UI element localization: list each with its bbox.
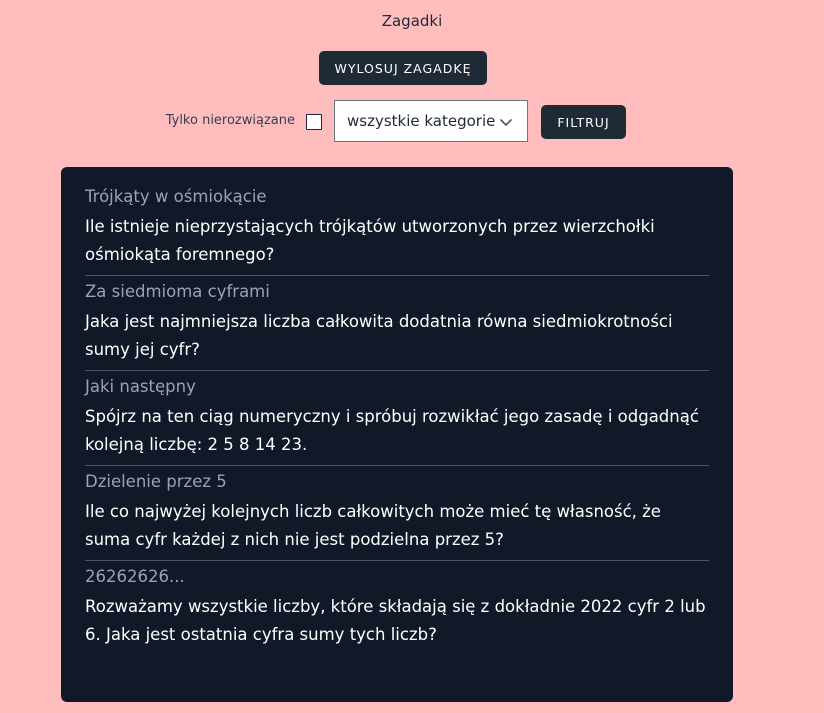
puzzle-item: Za siedmioma cyframi Jaka jest najmniejs… — [85, 276, 709, 371]
puzzle-title[interactable]: Jaki następny — [85, 376, 709, 398]
filter-button[interactable]: FILTRUJ — [541, 105, 626, 139]
category-select-value: wszystkie kategorie — [347, 112, 496, 130]
puzzle-text: Spójrz na ten ciąg numeryczny i spróbuj … — [85, 407, 699, 454]
category-select[interactable]: wszystkie kategorie — [334, 100, 528, 142]
puzzle-title[interactable]: Za siedmioma cyframi — [85, 281, 709, 303]
puzzle-title[interactable]: Dzielenie przez 5 — [85, 471, 709, 493]
unsolved-only-checkbox[interactable] — [306, 114, 322, 130]
puzzle-item: Dzielenie przez 5 Ile co najwyżej kolejn… — [85, 466, 709, 561]
puzzle-item: Trójkąty w ośmiokącie Ile istnieje niepr… — [85, 181, 709, 276]
draw-puzzle-button[interactable]: WYLOSUJ ZAGADKĘ — [319, 51, 487, 85]
puzzle-title[interactable]: Trójkąty w ośmiokącie — [85, 186, 709, 208]
page-title: Zagadki — [381, 12, 443, 30]
puzzle-item: Jaki następny Spójrz na ten ciąg numeryc… — [85, 371, 709, 466]
chevron-down-icon — [500, 119, 512, 126]
unsolved-only-label: Tylko nierozwiązane — [165, 113, 295, 128]
puzzle-text: Ile co najwyżej kolejnych liczb całkowit… — [85, 502, 661, 549]
puzzle-text: Jaka jest najmniejsza liczba całkowita d… — [85, 312, 673, 359]
puzzle-text: Rozważamy wszystkie liczby, które składa… — [85, 597, 706, 644]
puzzle-title[interactable]: 26262626... — [85, 566, 709, 588]
puzzle-item: 26262626... Rozważamy wszystkie liczby, … — [85, 561, 709, 655]
puzzle-list: Trójkąty w ośmiokącie Ile istnieje niepr… — [61, 167, 733, 702]
puzzle-text: Ile istnieje nieprzystających trójkątów … — [85, 217, 655, 264]
